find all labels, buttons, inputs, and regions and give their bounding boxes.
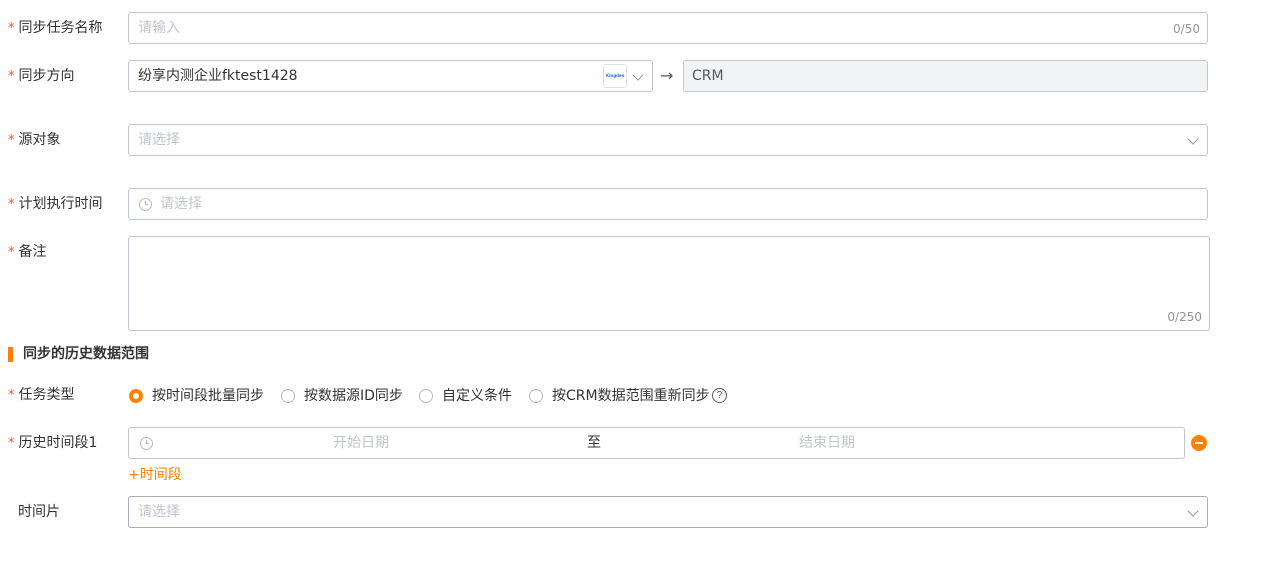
start-date-input[interactable]: 开始日期 — [333, 433, 389, 453]
kingdee-logo-icon: Kingdee — [603, 64, 627, 88]
remark-label: * 备注 — [8, 244, 47, 260]
remark-count: 0/250 — [1167, 310, 1202, 324]
schedule-time-label: * 计划执行时间 — [8, 196, 103, 212]
direction-source-value: 纷享内测企业fktest1428 — [138, 68, 298, 84]
clock-icon — [139, 198, 152, 211]
radio-option-source-id[interactable] — [281, 389, 295, 403]
chevron-down-icon[interactable] — [1187, 505, 1199, 517]
radio-option-label[interactable]: 按时间段批量同步 — [152, 386, 264, 406]
radio-option-label[interactable]: 按数据源ID同步 — [304, 386, 403, 406]
direction-target-field: CRM — [683, 60, 1208, 92]
time-slice-placeholder: 请选择 — [138, 504, 180, 520]
remark-textarea[interactable]: 0/250 — [128, 236, 1210, 331]
time-slice-label: 时间片 — [18, 504, 60, 520]
time-slice-select[interactable]: 请选择 — [128, 496, 1208, 528]
radio-option-time-batch[interactable] — [129, 389, 143, 403]
radio-option-custom[interactable] — [419, 389, 433, 403]
schedule-time-picker[interactable]: 请选择 — [128, 188, 1208, 220]
section-accent-bar — [8, 347, 13, 362]
schedule-time-placeholder: 请选择 — [160, 196, 202, 212]
source-object-placeholder: 请选择 — [138, 132, 180, 148]
end-date-input[interactable]: 结束日期 — [799, 433, 855, 453]
direction-label: * 同步方向 — [8, 68, 75, 84]
add-period-button[interactable]: +时间段 — [128, 465, 182, 485]
question-circle-icon[interactable]: ? — [712, 388, 727, 403]
task-name-input[interactable]: 请输入 0/50 — [128, 12, 1208, 44]
source-object-label: * 源对象 — [8, 132, 61, 148]
clock-icon — [140, 437, 153, 450]
section-title: 同步的历史数据范围 — [23, 346, 149, 362]
task-type-label: * 任务类型 — [8, 387, 75, 403]
radio-option-crm-range[interactable] — [529, 389, 543, 403]
radio-option-label[interactable]: 自定义条件 — [442, 386, 512, 406]
direction-target-value: CRM — [692, 68, 724, 84]
remove-period-icon[interactable] — [1191, 435, 1207, 451]
task-name-placeholder: 请输入 — [138, 20, 180, 36]
history-period-range-picker[interactable]: 开始日期 至 结束日期 — [128, 427, 1185, 459]
direction-source-select[interactable]: 纷享内测企业fktest1428 Kingdee — [128, 60, 653, 92]
chevron-down-icon[interactable] — [632, 69, 644, 81]
chevron-down-icon[interactable] — [1187, 133, 1199, 145]
history-period-label: * 历史时间段1 — [8, 435, 98, 451]
task-name-label: * 同步任务名称 — [8, 20, 103, 36]
range-separator: 至 — [587, 435, 601, 451]
task-name-count: 0/50 — [1173, 22, 1200, 36]
radio-option-label[interactable]: 按CRM数据范围重新同步 — [552, 386, 710, 406]
arrow-right-icon: → — [660, 66, 674, 85]
source-object-select[interactable]: 请选择 — [128, 124, 1208, 156]
